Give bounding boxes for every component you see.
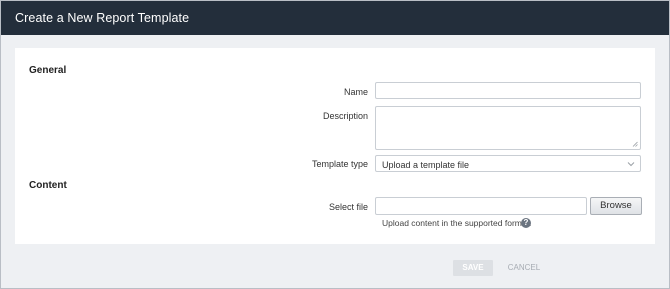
resize-handle-icon[interactable] — [632, 141, 638, 147]
description-label: Description — [322, 111, 368, 121]
description-textarea[interactable] — [375, 106, 641, 150]
dialog-title: Create a New Report Template — [15, 11, 190, 25]
create-report-template-dialog: Create a New Report Template General Nam… — [0, 0, 670, 289]
name-label: Name — [343, 87, 368, 97]
upload-hint: Upload content in the supported format. — [382, 218, 532, 228]
form-panel: General Name Description Template type U… — [15, 48, 655, 244]
template-type-label: Template type — [311, 159, 368, 169]
general-section-heading: General — [29, 65, 67, 76]
template-type-selected: Upload a template file — [382, 160, 470, 170]
name-input[interactable] — [375, 82, 641, 99]
dialog-titlebar: Create a New Report Template — [1, 1, 669, 35]
browse-button[interactable]: Browse — [590, 197, 642, 215]
file-path-input[interactable] — [375, 197, 587, 215]
select-file-label: Select file — [328, 202, 368, 212]
help-icon[interactable]: ? — [521, 218, 531, 228]
chevron-down-icon — [627, 162, 635, 167]
content-section-heading: Content — [29, 180, 67, 191]
template-type-select[interactable]: Upload a template file — [375, 155, 641, 172]
save-button[interactable]: SAVE — [453, 260, 493, 276]
cancel-button[interactable]: CANCEL — [501, 260, 547, 276]
